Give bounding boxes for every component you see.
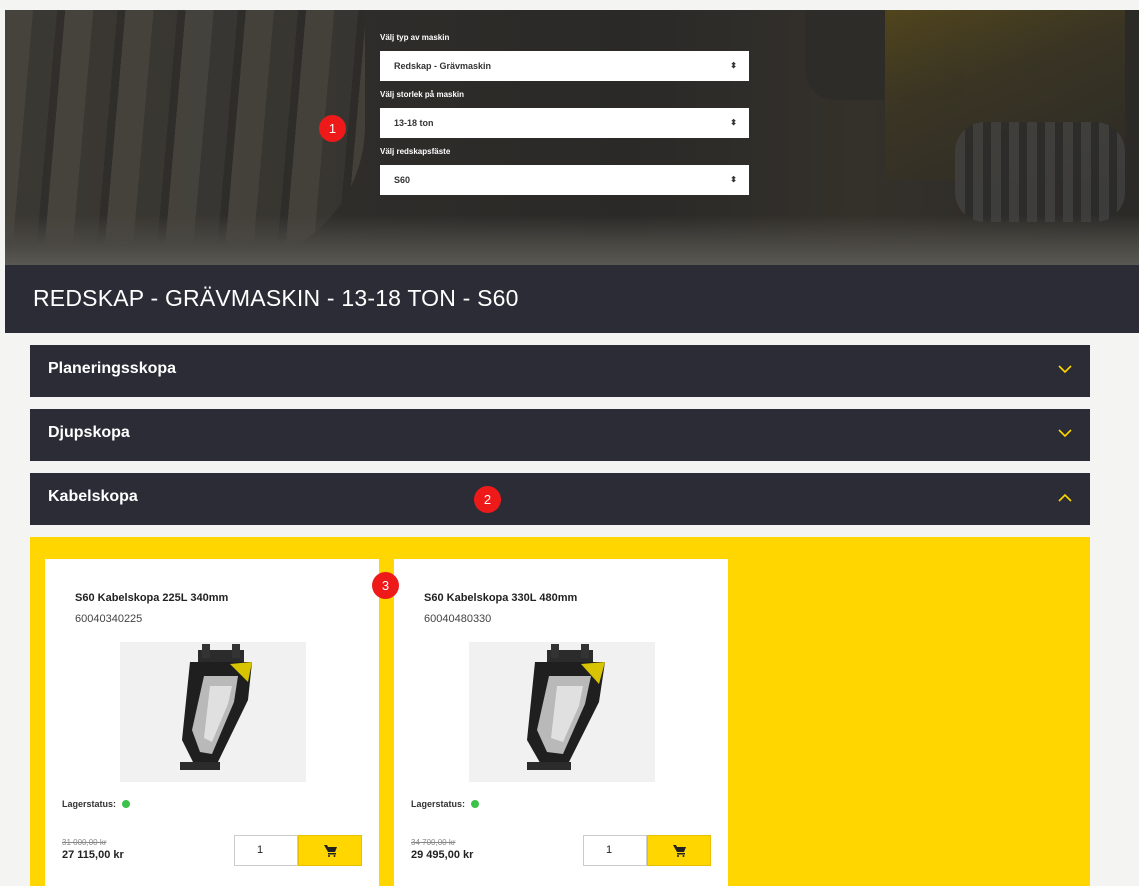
title-bar: REDSKAP - GRÄVMASKIN - 13-18 TON - S60 — [5, 265, 1139, 333]
product-number: 60040480330 — [424, 613, 492, 625]
hero-banner: Välj typ av maskin Redskap - Grävmaskin … — [5, 10, 1139, 265]
add-to-cart-button[interactable] — [647, 835, 711, 866]
stock-available-icon — [470, 800, 479, 808]
accordion-kabelskopa[interactable]: Kabelskopa — [30, 473, 1090, 525]
accordion-label: Kabelskopa — [48, 488, 138, 505]
annotation-marker-1: 1 — [319, 115, 346, 142]
stock-status-label: Lagerstatus: — [62, 799, 117, 809]
accordion-djupskopa[interactable]: Djupskopa — [30, 409, 1090, 461]
accordion-label: Djupskopa — [48, 424, 130, 441]
ground-image — [5, 215, 1139, 265]
chevron-down-icon — [1058, 365, 1072, 374]
stock-status: Lagerstatus: — [411, 799, 479, 809]
product-image[interactable] — [120, 642, 306, 782]
page: Välj typ av maskin Redskap - Grävmaskin … — [0, 0, 1139, 886]
attachment-mount-label: Välj redskapsfäste — [380, 147, 451, 156]
bucket-product-image — [180, 644, 252, 770]
attachment-mount-value: S60 — [394, 175, 411, 185]
bucket-product-image — [527, 644, 605, 770]
machine-type-select[interactable]: Redskap - Grävmaskin ⬍ — [380, 51, 749, 81]
stock-status-label: Lagerstatus: — [411, 799, 466, 809]
stock-status: Lagerstatus: — [62, 799, 130, 809]
old-price: 34 700,00 kr — [411, 838, 456, 847]
product-number: 60040340225 — [75, 613, 143, 625]
product-card: S60 Kabelskopa 330L 480mm 60040480330 La… — [394, 559, 728, 886]
select-arrows-icon: ⬍ — [730, 118, 737, 127]
excavator-track-image — [955, 122, 1125, 222]
price: 29 495,00 kr — [411, 849, 474, 861]
machine-size-select[interactable]: 13-18 ton ⬍ — [380, 108, 749, 138]
quantity-input[interactable]: 1 — [234, 835, 298, 866]
attachment-mount-select[interactable]: S60 ⬍ — [380, 165, 749, 195]
accordion-planeringsskopa[interactable]: Planeringsskopa — [30, 345, 1090, 397]
machine-filter-form: Välj typ av maskin Redskap - Grävmaskin … — [380, 32, 749, 203]
machine-size-value: 13-18 ton — [394, 118, 434, 128]
annotation-marker-3: 3 — [372, 572, 399, 599]
product-name[interactable]: S60 Kabelskopa 225L 340mm — [75, 592, 228, 604]
machine-type-label: Välj typ av maskin — [380, 33, 450, 42]
select-arrows-icon: ⬍ — [730, 175, 737, 184]
add-to-cart-button[interactable] — [298, 835, 362, 866]
page-title: REDSKAP - GRÄVMASKIN - 13-18 TON - S60 — [33, 285, 519, 311]
cart-icon — [673, 845, 686, 857]
accordion-label: Planeringsskopa — [48, 360, 177, 377]
kabelskopa-products-panel: S60 Kabelskopa 225L 340mm 60040340225 La… — [30, 537, 1090, 886]
quantity-input[interactable]: 1 — [583, 835, 647, 866]
old-price: 31 000,00 kr — [62, 838, 107, 847]
machine-size-label: Välj storlek på maskin — [380, 90, 465, 99]
chevron-up-icon — [1058, 493, 1072, 502]
machine-type-value: Redskap - Grävmaskin — [394, 61, 492, 71]
product-card: S60 Kabelskopa 225L 340mm 60040340225 La… — [45, 559, 379, 886]
product-image[interactable] — [469, 642, 655, 782]
cart-icon — [324, 845, 337, 857]
annotation-marker-2: 2 — [474, 486, 501, 513]
product-name[interactable]: S60 Kabelskopa 330L 480mm — [424, 592, 577, 604]
stock-available-icon — [121, 800, 130, 808]
chevron-down-icon — [1058, 429, 1072, 438]
price: 27 115,00 kr — [62, 849, 124, 861]
select-arrows-icon: ⬍ — [730, 61, 737, 70]
